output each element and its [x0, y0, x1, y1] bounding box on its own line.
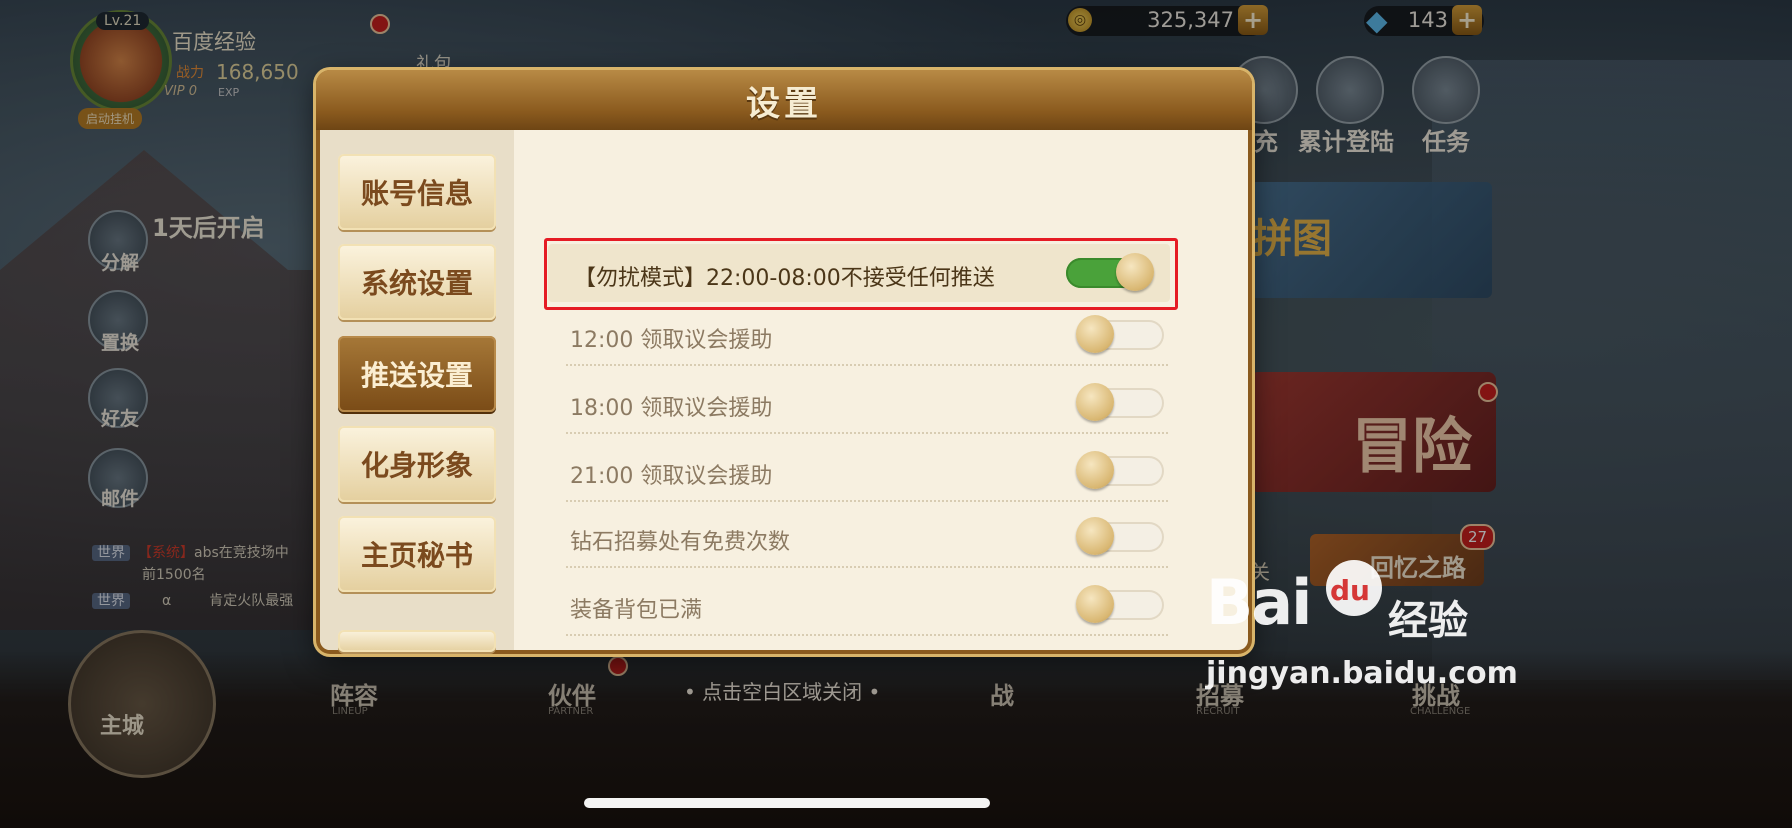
tab-partial[interactable] — [338, 630, 496, 652]
toggle-knob — [1076, 383, 1114, 421]
toggle-knob — [1076, 517, 1114, 555]
dialog-header: 设置 — [316, 70, 1252, 130]
setting-label: 钻石招募处有免费次数 — [570, 530, 791, 555]
tab-account-info[interactable]: 账号信息 — [338, 154, 496, 230]
setting-label: 21:00 领取议会援助 — [570, 464, 773, 489]
setting-1800-toggle[interactable] — [1076, 383, 1164, 421]
settings-sidebar: 账号信息 系统设置 推送设置 化身形象 主页秘书 — [320, 130, 514, 652]
dialog-body: 账号信息 系统设置 推送设置 化身形象 主页秘书 【勿扰模式】22:00-08:… — [320, 130, 1248, 652]
watermark-url: jingyan.baidu.com — [1206, 656, 1518, 691]
setting-row-1200: 12:00 领取议会援助 — [566, 306, 1168, 366]
home-indicator[interactable] — [584, 798, 990, 808]
setting-row-2100: 21:00 领取议会援助 — [566, 442, 1168, 502]
setting-label: 18:00 领取议会援助 — [570, 396, 773, 421]
toggle-knob — [1076, 315, 1114, 353]
setting-row-free-recruit: 钻石招募处有免费次数 — [566, 508, 1168, 568]
setting-row-1800: 18:00 领取议会援助 — [566, 374, 1168, 434]
bag-full-toggle[interactable] — [1076, 585, 1164, 623]
toggle-knob — [1076, 585, 1114, 623]
watermark-jingyan: 经验 — [1388, 598, 1468, 644]
tab-avatar-appearance[interactable]: 化身形象 — [338, 426, 496, 502]
tab-push-settings[interactable]: 推送设置 — [338, 336, 496, 412]
setting-1200-toggle[interactable] — [1076, 315, 1164, 353]
setting-label: 装备背包已满 — [570, 598, 703, 623]
toggle-knob — [1076, 451, 1114, 489]
setting-row-bag-full: 装备背包已满 — [566, 576, 1168, 636]
watermark-paw-text: du — [1330, 574, 1370, 607]
highlight-frame — [544, 238, 1178, 310]
dialog-title: 设置 — [746, 83, 822, 124]
tab-home-secretary[interactable]: 主页秘书 — [338, 516, 496, 592]
watermark-brand: Bai — [1206, 566, 1312, 639]
tab-system-settings[interactable]: 系统设置 — [338, 244, 496, 320]
settings-dialog: 设置 账号信息 系统设置 推送设置 化身形象 主页秘书 【勿扰模式】22:00-… — [316, 70, 1252, 654]
setting-label: 12:00 领取议会援助 — [570, 328, 773, 353]
setting-2100-toggle[interactable] — [1076, 451, 1164, 489]
free-recruit-toggle[interactable] — [1076, 517, 1164, 555]
